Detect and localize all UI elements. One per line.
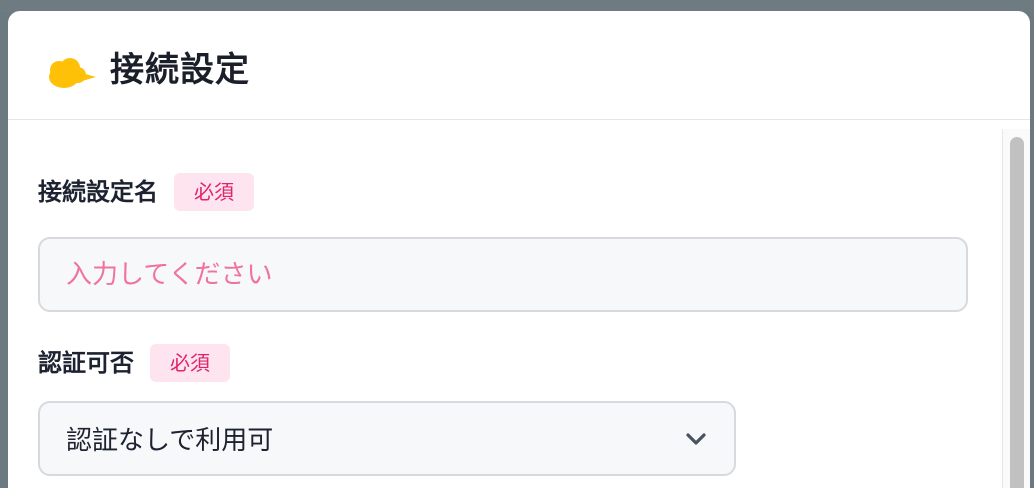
connection-settings-modal: 接続設定 接続設定名 必須 認証可否 必須 認証なしで利用可: [8, 11, 1030, 488]
auth-select[interactable]: 認証なしで利用可: [38, 401, 736, 476]
auth-field-label-row: 認証可否 必須: [38, 344, 230, 382]
modal-header: 接続設定: [8, 11, 1030, 120]
auth-select-value: 認証なしで利用可: [66, 426, 274, 456]
chevron-down-icon: [686, 432, 706, 445]
modal-title: 接続設定: [110, 50, 250, 90]
modal-body: 接続設定名 必須 認証可否 必須 認証なしで利用可: [8, 121, 998, 488]
name-field-label-row: 接続設定名 必須: [38, 173, 254, 211]
cloud-icon: [49, 58, 96, 88]
scrollbar-thumb[interactable]: [1010, 137, 1024, 488]
connection-name-input[interactable]: [38, 237, 968, 312]
scrollbar[interactable]: [1002, 129, 1030, 488]
required-badge: 必須: [150, 344, 230, 382]
required-badge: 必須: [174, 173, 254, 211]
auth-field-label: 認証可否: [38, 349, 134, 377]
name-field-label: 接続設定名: [38, 178, 158, 206]
